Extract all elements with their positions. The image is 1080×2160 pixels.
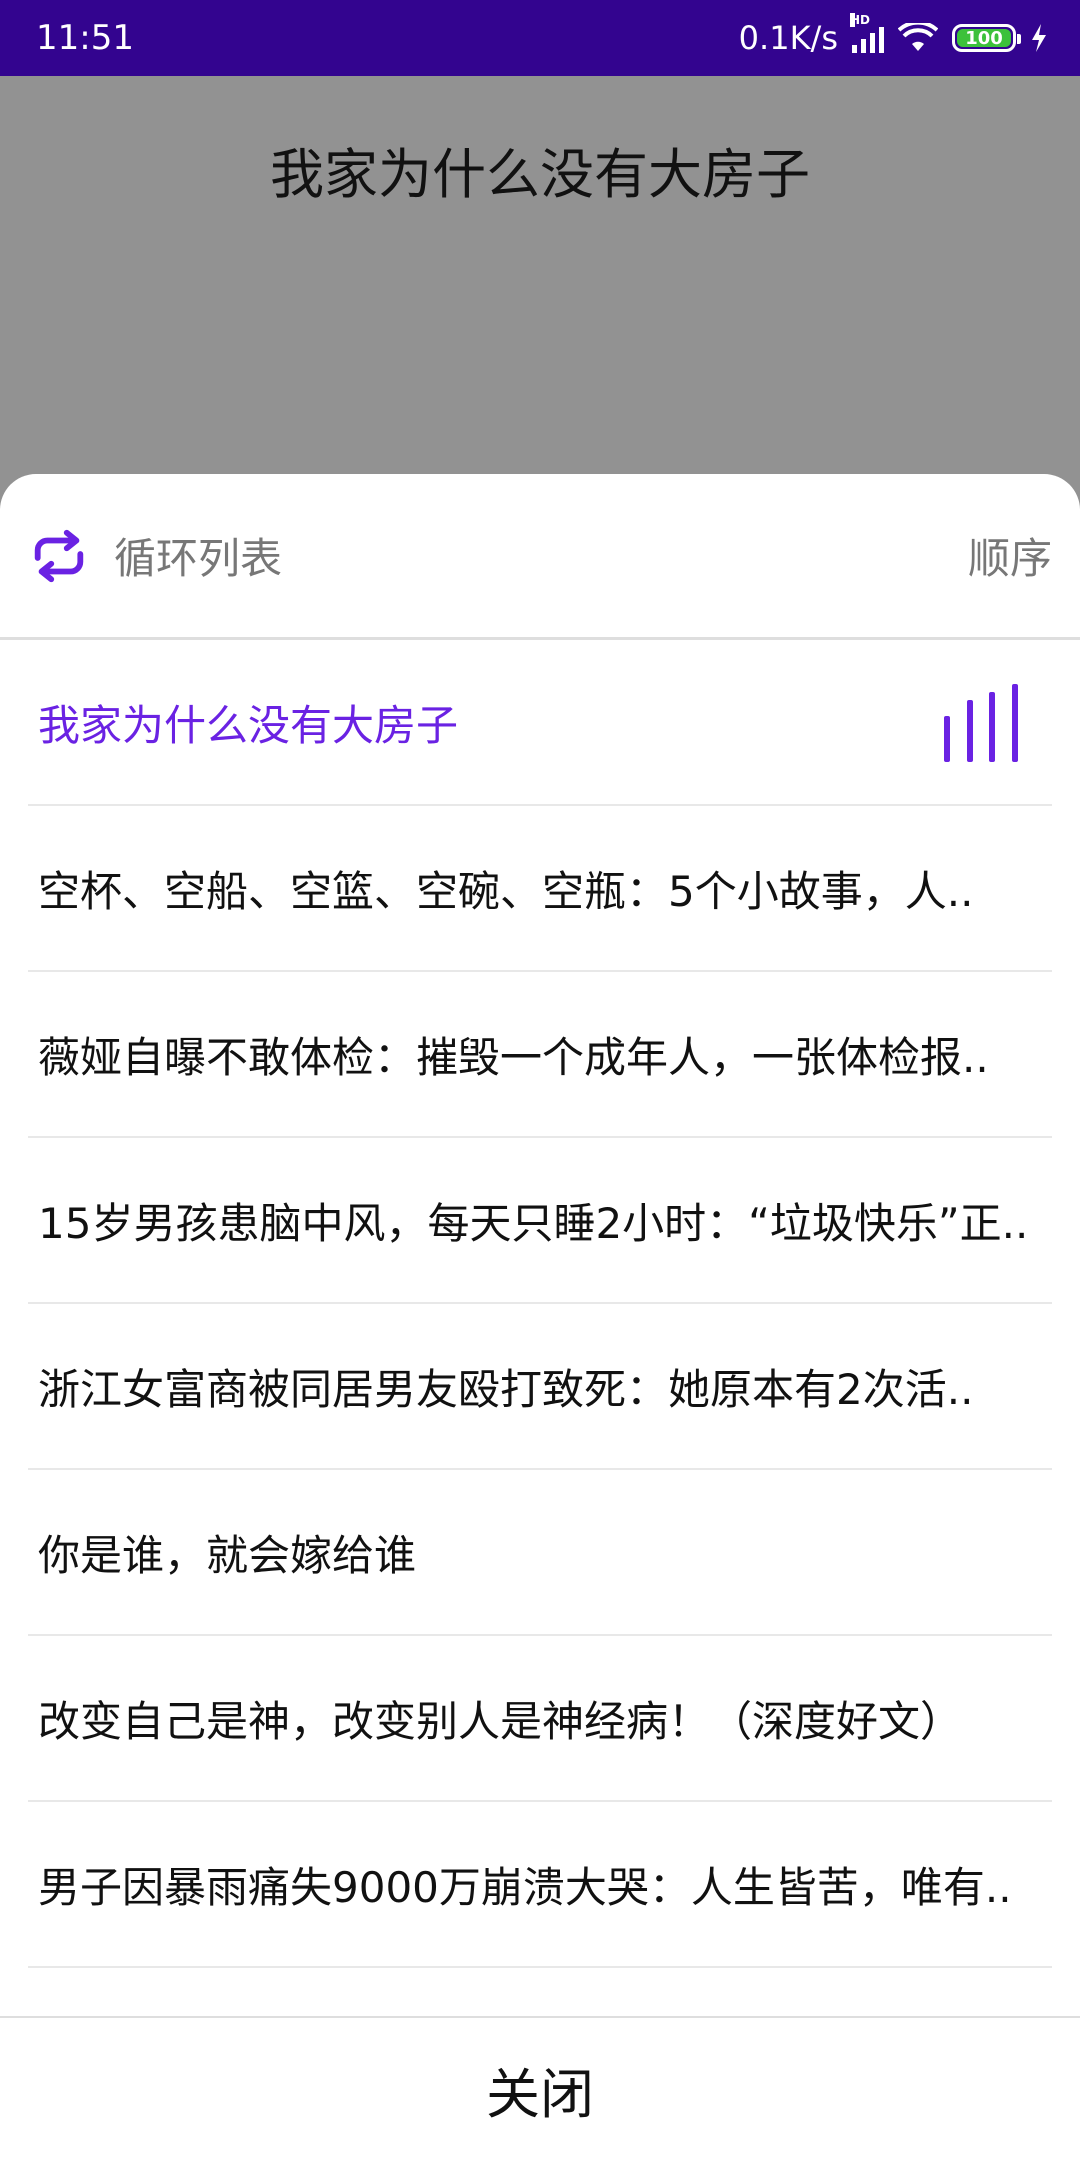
list-item[interactable]: 空杯、空船、空篮、空碗、空瓶：5个小故事，人.. bbox=[28, 806, 1052, 972]
charging-icon bbox=[1032, 24, 1046, 52]
battery-icon: 100 bbox=[952, 24, 1021, 52]
now-playing-title[interactable]: 我家为什么没有大房子 bbox=[0, 76, 1080, 474]
order-toggle[interactable]: 顺序 bbox=[968, 525, 1052, 586]
equalizer-icon bbox=[944, 682, 1018, 762]
list-item-title: 薇娅自曝不敢体检：摧毁一个成年人，一张体检报.. bbox=[38, 1032, 989, 1082]
status-icons: 0.1K/s HD 100 bbox=[738, 13, 1048, 57]
status-bar: 11:51 0.1K/s HD 100 bbox=[0, 0, 1080, 76]
wifi-icon bbox=[898, 23, 938, 51]
list-item-title: 你是谁，就会嫁给谁 bbox=[38, 1530, 417, 1580]
net-speed: 0.1K/s bbox=[738, 19, 838, 57]
playlist: 我家为什么没有大房子 空杯、空船、空篮、空碗、空瓶：5个小故事，人.. 薇娅自曝… bbox=[0, 640, 1080, 1968]
list-item[interactable]: 我家为什么没有大房子 bbox=[28, 640, 1052, 806]
list-item-title: 男子因暴雨痛失9000万崩溃大哭：人生皆苦，唯有.. bbox=[38, 1862, 1012, 1912]
list-item[interactable]: 男子因暴雨痛失9000万崩溃大哭：人生皆苦，唯有.. bbox=[28, 1802, 1052, 1968]
loop-mode-label[interactable]: 循环列表 bbox=[114, 525, 968, 586]
list-item-title: 我家为什么没有大房子 bbox=[38, 700, 459, 750]
list-item[interactable]: 浙江女富商被同居男友殴打致死：她原本有2次活.. bbox=[28, 1304, 1052, 1470]
list-item-title: 15岁男孩患脑中风，每天只睡2小时：“垃圾快乐”正.. bbox=[38, 1198, 1029, 1248]
status-time: 11:51 bbox=[36, 18, 134, 58]
close-button[interactable]: 关闭 bbox=[0, 2016, 1080, 2160]
list-item[interactable]: 你是谁，就会嫁给谁 bbox=[28, 1470, 1052, 1636]
list-item-title: 空杯、空船、空篮、空碗、空瓶：5个小故事，人.. bbox=[38, 866, 974, 916]
battery-level: 100 bbox=[965, 27, 1003, 49]
playlist-sheet: 循环列表 顺序 我家为什么没有大房子 空杯、空船、空篮、空碗、空瓶：5个小故事，… bbox=[0, 474, 1080, 2160]
cell-signal-icon: HD bbox=[850, 13, 884, 53]
list-item[interactable]: 薇娅自曝不敢体检：摧毁一个成年人，一张体检报.. bbox=[28, 972, 1052, 1138]
sheet-header: 循环列表 顺序 bbox=[0, 474, 1080, 640]
list-item[interactable]: 改变自己是神，改变别人是神经病！（深度好文） bbox=[28, 1636, 1052, 1802]
hd-badge: HD bbox=[850, 13, 871, 27]
list-item[interactable]: 15岁男孩患脑中风，每天只睡2小时：“垃圾快乐”正.. bbox=[28, 1138, 1052, 1304]
list-item-title: 浙江女富商被同居男友殴打致死：她原本有2次活.. bbox=[38, 1364, 974, 1414]
repeat-icon[interactable] bbox=[28, 525, 90, 587]
list-item-title: 改变自己是神，改变别人是神经病！（深度好文） bbox=[38, 1696, 963, 1746]
